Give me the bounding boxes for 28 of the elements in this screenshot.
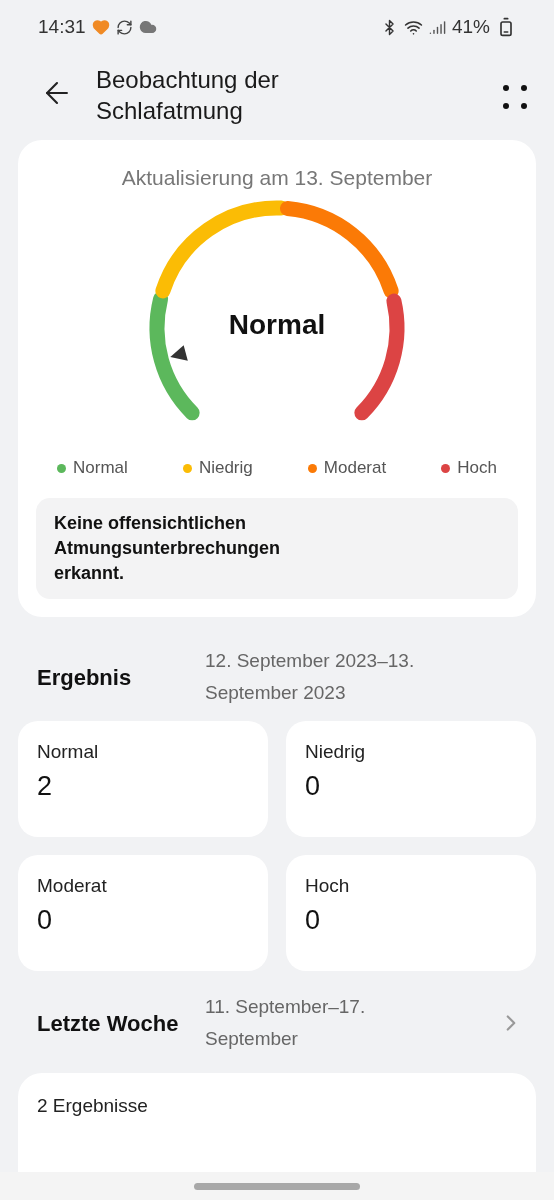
- section-title: Ergebnis: [37, 663, 133, 692]
- legend-label: Hoch: [457, 458, 497, 478]
- tile-value: 0: [305, 771, 322, 802]
- legend-label: Moderat: [323, 458, 387, 478]
- tile-label: Niedrig: [305, 741, 367, 763]
- sync-icon: [115, 18, 133, 36]
- cloud-icon: [138, 18, 157, 36]
- heart-icon: [91, 18, 110, 36]
- legend-label: Normal: [73, 458, 128, 478]
- result-count: 2 Ergebnisse: [37, 1095, 149, 1117]
- section-title: Letzte Woche: [37, 1009, 180, 1038]
- page-title: Beobachtung der Schlafatmung: [96, 65, 280, 126]
- update-date: Aktualisierung am 13. September: [121, 166, 433, 190]
- tile-value: 2: [37, 771, 54, 802]
- date-range: 12. September 2023–13. September 2023: [205, 649, 416, 705]
- battery-percent: 41%: [451, 16, 490, 38]
- result-message: Keine offensichtlichen Atmungsunterbrechungen erkannt.: [36, 498, 518, 599]
- gauge-status: Normal: [227, 309, 327, 341]
- more-icon[interactable]: [502, 84, 528, 110]
- tile-label: Hoch: [305, 875, 351, 897]
- tile-value: 0: [37, 905, 54, 936]
- tile-label: Normal: [37, 741, 100, 763]
- legend-label: Niedrig: [198, 458, 253, 478]
- date-range: 11. September–17. September: [205, 995, 367, 1051]
- tile-value: 0: [305, 905, 322, 936]
- tile-label: Moderat: [37, 875, 108, 897]
- status-time: 14:31: [38, 16, 86, 38]
- signal-icon: [428, 18, 446, 36]
